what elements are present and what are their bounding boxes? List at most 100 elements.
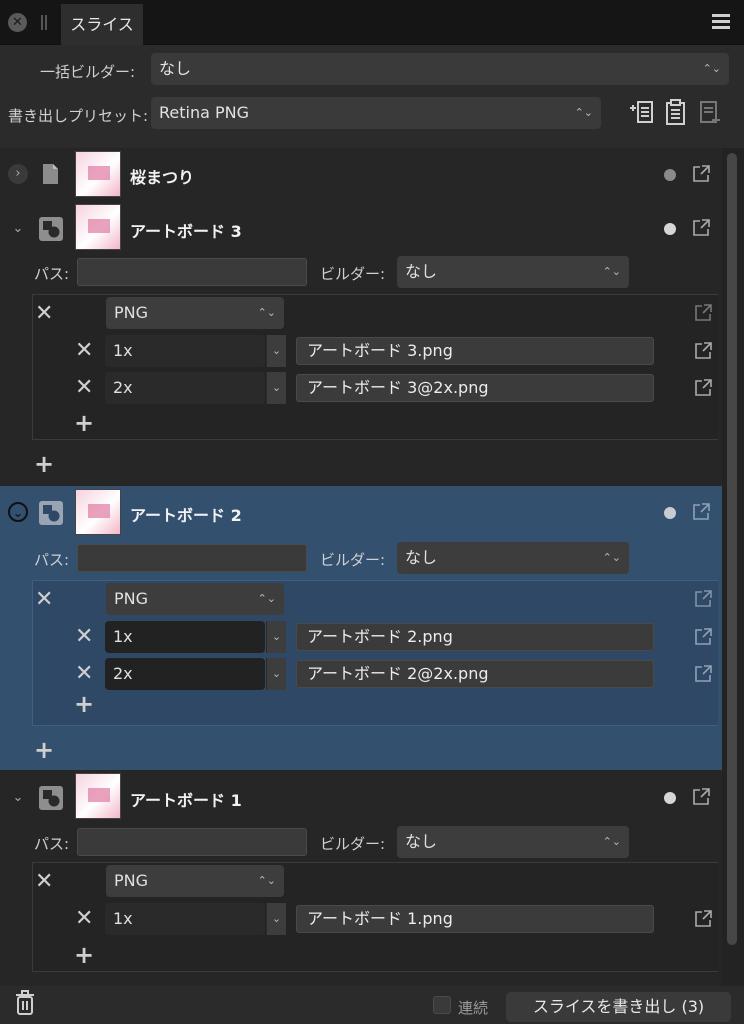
filename-field[interactable]: アートボード 3.png [296, 337, 654, 365]
slice-name: アートボード 2 [130, 506, 242, 525]
slice-row[interactable]: ⌄ アートボード 3 パス: ビルダー: なし ⌃⌄ ✕ PNG ⌃⌄ ✕ 1x… [0, 200, 722, 486]
status-dot [664, 507, 676, 519]
chevron-updown-icon: ⌃⌄ [257, 306, 276, 319]
export-icon[interactable] [692, 787, 711, 806]
path-label: パス: [34, 835, 70, 853]
slice-row[interactable]: ⌄ アートボード 1 パス: ビルダー: なし ⌃⌄ ✕ PNG ⌃⌄ ✕ 1x… [0, 770, 722, 986]
export-icon[interactable] [694, 589, 713, 608]
tab-slices[interactable]: スライス [61, 4, 143, 45]
builder-select[interactable]: なし ⌃⌄ [397, 256, 629, 288]
chevron-down-icon[interactable]: ⌄ [266, 903, 286, 935]
path-label: パス: [34, 265, 70, 283]
format-select[interactable]: PNG ⌃⌄ [106, 583, 284, 615]
format-select[interactable]: PNG ⌃⌄ [106, 297, 284, 329]
chevron-updown-icon: ⌃⌄ [602, 551, 621, 564]
scale-value: 2x [113, 378, 133, 397]
status-dot [664, 169, 676, 181]
format-select[interactable]: PNG ⌃⌄ [106, 865, 284, 897]
slice-name: アートボード 1 [130, 791, 242, 810]
drag-handle-icon[interactable] [41, 15, 47, 30]
format-value: PNG [114, 303, 149, 322]
path-input[interactable] [77, 828, 307, 856]
add-output-icon[interactable]: + [74, 943, 94, 967]
format-value: PNG [114, 871, 149, 890]
add-output-icon[interactable]: + [74, 411, 94, 435]
remove-output-icon[interactable]: ✕ [75, 626, 93, 648]
path-input[interactable] [77, 544, 307, 572]
batch-builder-select[interactable]: なし ⌃⌄ [151, 53, 729, 85]
artboard-icon [39, 217, 63, 241]
remove-output-icon[interactable]: ✕ [75, 340, 93, 362]
builder-value: なし [405, 832, 438, 851]
export-icon[interactable] [692, 164, 711, 183]
chevron-down-icon[interactable]: ⌄ [266, 335, 286, 367]
trash-icon[interactable] [14, 990, 36, 1016]
remove-output-icon[interactable]: ✕ [75, 908, 93, 930]
export-icon[interactable] [694, 378, 713, 397]
scale-select[interactable]: 2x [105, 658, 265, 690]
remove-output-icon[interactable]: ✕ [75, 663, 93, 685]
export-icon[interactable] [692, 218, 711, 237]
slice-name: 桜まつり [130, 168, 195, 187]
remove-preset-icon[interactable] [696, 98, 724, 126]
filename-field[interactable]: アートボード 2@2x.png [296, 660, 654, 688]
filename-field[interactable]: アートボード 2.png [296, 623, 654, 651]
chevron-updown-icon: ⌃⌄ [257, 874, 276, 887]
slice-thumbnail [75, 204, 121, 250]
builder-select[interactable]: なし ⌃⌄ [397, 542, 629, 574]
remove-format-icon[interactable]: ✕ [35, 303, 53, 325]
continuous-label: 連続 [458, 999, 489, 1017]
format-value: PNG [114, 589, 149, 608]
scale-select[interactable]: 1x [105, 903, 265, 935]
chevron-down-icon[interactable]: ⌄ [266, 658, 286, 690]
chevron-down-icon[interactable]: ⌄ [266, 621, 286, 653]
export-icon[interactable] [694, 627, 713, 646]
chevron-down-icon[interactable]: ⌄ [8, 502, 28, 522]
builder-value: なし [405, 548, 438, 567]
chevron-right-icon[interactable]: › [8, 164, 28, 184]
add-output-icon[interactable]: + [74, 692, 94, 716]
scrollbar-thumb[interactable] [727, 153, 737, 945]
clipboard-icon[interactable] [662, 98, 690, 126]
remove-format-icon[interactable]: ✕ [35, 589, 53, 611]
chevron-down-icon[interactable]: ⌄ [8, 219, 28, 239]
chevron-down-icon[interactable]: ⌄ [266, 372, 286, 404]
scale-value: 1x [113, 627, 133, 646]
filename-field[interactable]: アートボード 1.png [296, 905, 654, 933]
path-input[interactable] [77, 258, 307, 286]
panel-titlebar: ✕ スライス [0, 0, 744, 45]
export-icon[interactable] [694, 341, 713, 360]
panel-menu-icon[interactable] [712, 14, 730, 30]
export-icon[interactable] [694, 303, 713, 322]
panel-header: 一括ビルダー: なし ⌃⌄ 書き出しプリセット: Retina PNG ⌃⌄ [0, 45, 744, 148]
scale-select[interactable]: 1x [105, 621, 265, 653]
add-format-icon[interactable]: + [34, 452, 54, 476]
chevron-down-icon[interactable]: ⌄ [8, 788, 28, 808]
scale-value: 1x [113, 341, 133, 360]
filename-field[interactable]: アートボード 3@2x.png [296, 374, 654, 402]
scale-select[interactable]: 1x [105, 335, 265, 367]
scale-select[interactable]: 2x [105, 372, 265, 404]
slice-row-selected[interactable]: ⌄ アートボード 2 パス: ビルダー: なし ⌃⌄ ✕ PNG ⌃⌄ ✕ 1x… [0, 486, 722, 770]
chevron-updown-icon: ⌃⌄ [602, 265, 621, 278]
add-preset-icon[interactable] [628, 98, 656, 126]
scale-value: 1x [113, 909, 133, 928]
artboard-icon [39, 501, 63, 525]
scale-value: 2x [113, 664, 133, 683]
slice-row[interactable]: › 桜まつり [0, 148, 722, 200]
remove-output-icon[interactable]: ✕ [75, 377, 93, 399]
export-icon[interactable] [692, 502, 711, 521]
artboard-icon [39, 786, 63, 810]
builder-select[interactable]: なし ⌃⌄ [397, 826, 629, 858]
remove-format-icon[interactable]: ✕ [35, 871, 53, 893]
continuous-checkbox[interactable] [433, 996, 451, 1014]
close-icon[interactable]: ✕ [8, 13, 27, 32]
export-preset-select[interactable]: Retina PNG ⌃⌄ [151, 97, 601, 129]
add-format-icon[interactable]: + [34, 738, 54, 762]
file-icon [43, 164, 58, 184]
export-icon[interactable] [694, 664, 713, 683]
builder-label: ビルダー: [320, 265, 386, 283]
chevron-updown-icon: ⌃⌄ [574, 106, 593, 119]
export-icon[interactable] [694, 909, 713, 928]
export-slices-button[interactable]: スライスを書き出し (3) [506, 992, 731, 1022]
